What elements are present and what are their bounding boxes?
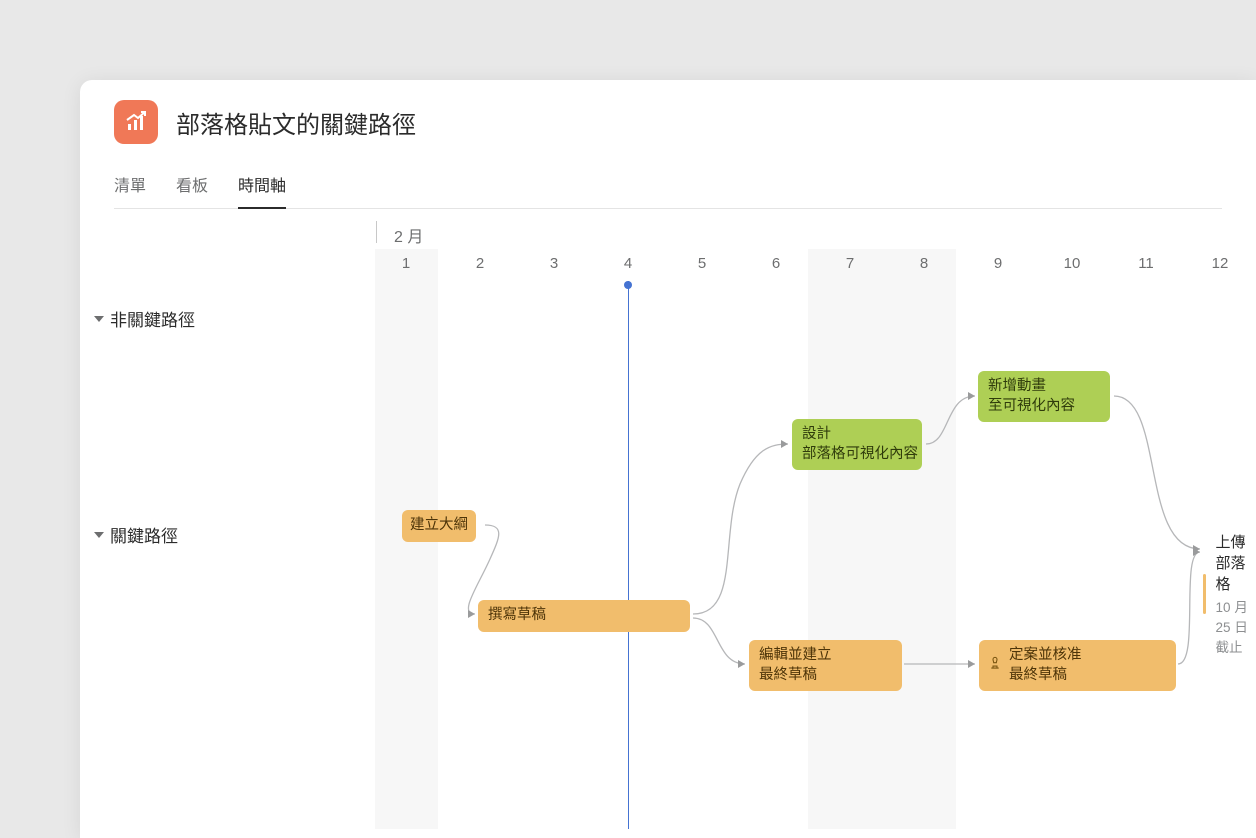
- tab-timeline[interactable]: 時間軸: [238, 164, 286, 208]
- day-label: 8: [887, 255, 961, 272]
- day-label: 3: [517, 255, 591, 272]
- day-label: 9: [961, 255, 1035, 272]
- task-label: 編輯並建立: [759, 646, 892, 666]
- chart-up-icon: [124, 110, 148, 134]
- group-critical-toggle[interactable]: 關鍵路徑: [94, 522, 178, 547]
- day-label: 6: [739, 255, 813, 272]
- group-noncritical-toggle[interactable]: 非關鍵路徑: [94, 306, 195, 331]
- app-window: 部落格貼文的關鍵路徑 清單 看板 時間軸 2 月 1 2 3 4 5 6 7 8…: [80, 80, 1256, 838]
- day-label: 7: [813, 255, 887, 272]
- milestone-title: 上傳部落格: [1216, 531, 1256, 594]
- day-label: 10: [1035, 255, 1109, 272]
- task-edit-final-draft[interactable]: 編輯並建立 最終草稿: [749, 640, 902, 691]
- task-upload-milestone[interactable]: 上傳部落格 10 月 25 日截止: [1203, 531, 1256, 656]
- day-label: 1: [369, 255, 443, 272]
- month-label: 2 月: [394, 223, 423, 247]
- milestone-text: 上傳部落格 10 月 25 日截止: [1216, 531, 1256, 656]
- task-label: 設計: [802, 425, 912, 445]
- day-label: 12: [1183, 255, 1256, 272]
- task-label: 新增動畫: [988, 377, 1100, 397]
- dependency-connectors: [80, 284, 1256, 829]
- milestone-due: 10 月 25 日截止: [1216, 596, 1256, 656]
- task-label: 最終草稿: [1009, 666, 1166, 686]
- tab-list[interactable]: 清單: [114, 164, 146, 208]
- task-add-animation[interactable]: 新增動畫 至可視化內容: [978, 371, 1110, 422]
- day-header-row: 1 2 3 4 5 6 7 8 9 10 11 12 13: [80, 255, 1256, 277]
- day-label: 4: [591, 255, 665, 272]
- day-label: 2: [443, 255, 517, 272]
- month-divider: [376, 221, 377, 243]
- milestone-bar: [1203, 574, 1206, 614]
- tabs: 清單 看板 時間軸: [114, 164, 1222, 209]
- task-label: 定案並核准: [1009, 646, 1166, 666]
- group-label: 非關鍵路徑: [110, 306, 195, 331]
- task-design-visuals[interactable]: 設計 部落格可視化內容: [792, 419, 922, 470]
- task-create-outline[interactable]: 建立大綱: [402, 510, 476, 542]
- caret-down-icon: [94, 532, 104, 538]
- timeline-view: 2 月 1 2 3 4 5 6 7 8 9 10 11 12 13: [80, 209, 1256, 829]
- caret-down-icon: [94, 316, 104, 322]
- task-finalize-approve[interactable]: 定案並核准 最終草稿: [979, 640, 1176, 691]
- tab-board[interactable]: 看板: [176, 164, 208, 208]
- project-chart-icon: [114, 100, 158, 144]
- title-row: 部落格貼文的關鍵路徑: [114, 100, 1222, 144]
- task-label: 最終草稿: [759, 666, 892, 686]
- task-label: 撰寫草稿: [488, 606, 680, 626]
- approval-stamp-icon: [987, 654, 1003, 677]
- task-write-draft[interactable]: 撰寫草稿: [478, 600, 690, 632]
- chart-area[interactable]: 設計 部落格可視化內容 新增動畫 至可視化內容 建立大綱 撰寫草稿 編輯並建立 …: [80, 284, 1256, 829]
- day-label: 11: [1109, 255, 1183, 272]
- task-label: 至可視化內容: [988, 397, 1100, 417]
- group-label: 關鍵路徑: [110, 522, 178, 547]
- day-label: 5: [665, 255, 739, 272]
- page-title: 部落格貼文的關鍵路徑: [176, 105, 416, 140]
- task-label: 部落格可視化內容: [802, 445, 912, 465]
- header: 部落格貼文的關鍵路徑 清單 看板 時間軸: [80, 80, 1256, 209]
- task-label: 建立大綱: [410, 516, 468, 536]
